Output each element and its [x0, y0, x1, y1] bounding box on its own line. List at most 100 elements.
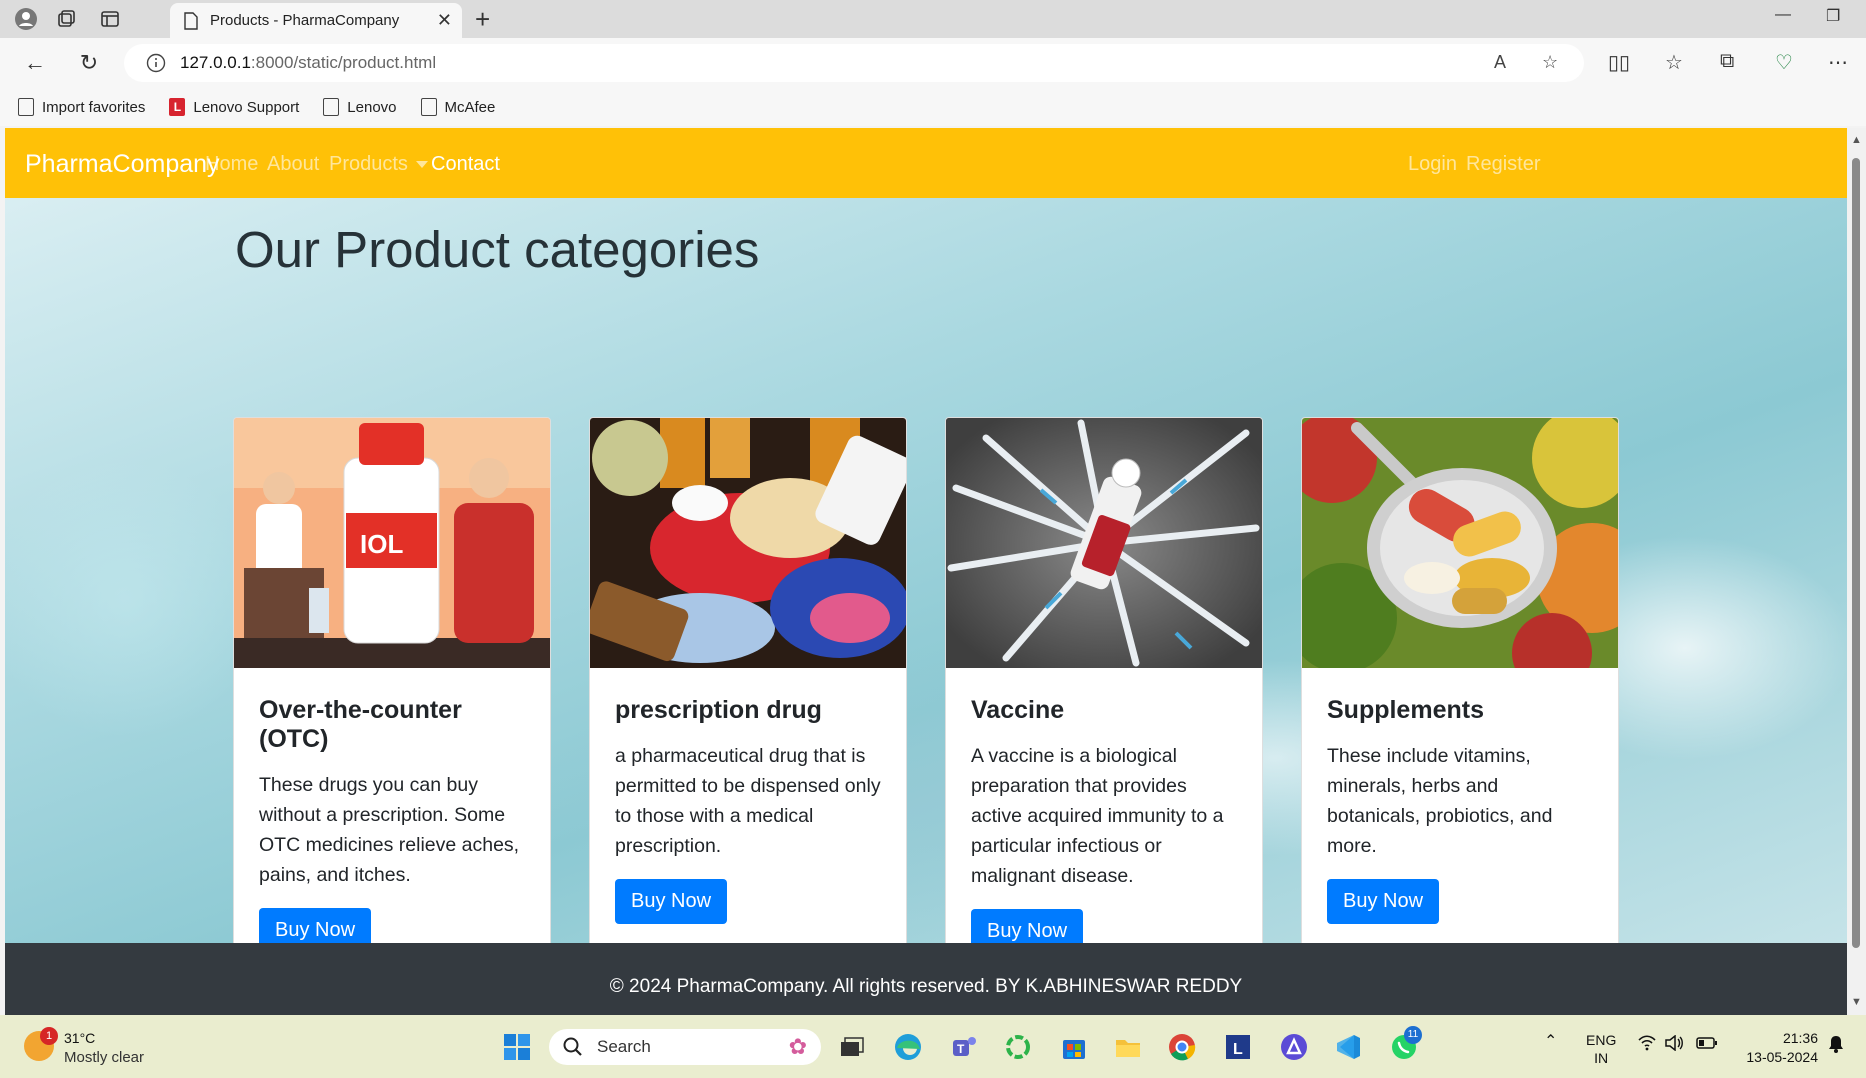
card-body: Vaccine A vaccine is a biological prepar…: [946, 668, 1262, 978]
lenovo-app-icon[interactable]: L: [1222, 1031, 1254, 1063]
profile-icon[interactable]: [12, 5, 40, 33]
sync-app-icon[interactable]: [1002, 1031, 1034, 1063]
clock-time: 21:36: [1782, 1030, 1818, 1046]
card-body: prescription drug a pharmaceutical drug …: [590, 668, 906, 948]
scroll-down-icon[interactable]: ▼: [1851, 996, 1862, 1008]
new-tab-icon[interactable]: +: [475, 4, 490, 35]
page-viewport: PharmaCompany Home About Products Contac…: [5, 128, 1847, 1015]
vertical-tabs-icon[interactable]: [96, 5, 124, 33]
nav-products[interactable]: Products: [329, 153, 428, 176]
nav-register[interactable]: Register: [1466, 153, 1540, 176]
card-text: a pharmaceutical drug that is permitted …: [615, 745, 881, 857]
nav-login[interactable]: Login: [1408, 153, 1457, 176]
svg-text:IOL: IOL: [360, 529, 403, 559]
start-icon[interactable]: [501, 1031, 533, 1063]
more-options-icon[interactable]: ⋯: [1828, 50, 1848, 75]
product-card-otc: IOL Over-the-counter (OTC) These drugs y…: [233, 417, 551, 981]
close-tab-icon[interactable]: ✕: [437, 10, 452, 31]
svg-text:L: L: [1233, 1041, 1243, 1058]
restore-icon[interactable]: ❐: [1826, 6, 1840, 26]
scroll-up-icon[interactable]: ▲: [1851, 134, 1862, 146]
browser-essentials-icon[interactable]: ♡: [1775, 50, 1793, 75]
system-clock[interactable]: 21:36 13-05-2024: [1738, 1029, 1818, 1067]
favorites-icon[interactable]: ☆: [1665, 50, 1683, 75]
vaccine-image: [946, 418, 1262, 668]
fav-label: Import favorites: [42, 98, 146, 116]
address-bar[interactable]: 127.0.0.1:8000/static/product.html A ☆: [124, 44, 1584, 82]
site-footer: © 2024 PharmaCompany. All rights reserve…: [5, 943, 1847, 1015]
lotus-icon: ✿: [788, 1034, 807, 1059]
workspaces-icon[interactable]: [52, 5, 80, 33]
dropdown-caret-icon: [415, 161, 428, 169]
fav-import-favorites[interactable]: Import favorites: [18, 98, 145, 116]
card-text: A vaccine is a biological preparation th…: [971, 745, 1224, 887]
card-title: Over-the-counter (OTC): [259, 696, 462, 753]
clock-date: 13-05-2024: [1746, 1049, 1818, 1065]
back-icon[interactable]: ←: [20, 48, 50, 78]
site-navbar: PharmaCompany Home About Products Contac…: [5, 128, 1847, 198]
card-text: These drugs you can buy without a prescr…: [259, 774, 520, 886]
lenovo-l-icon: L: [169, 98, 186, 116]
import-icon: [18, 98, 34, 116]
read-aloud-icon[interactable]: A: [1494, 52, 1506, 73]
taskbar-search[interactable]: Search ✿: [549, 1029, 821, 1065]
weather-temp[interactable]: 31°C: [64, 1030, 95, 1046]
page-icon: [323, 98, 340, 116]
active-tab[interactable]: Products - PharmaCompany ✕: [170, 3, 462, 38]
volume-icon[interactable]: [1664, 1034, 1684, 1054]
card-body: Over-the-counter (OTC) These drugs you c…: [234, 668, 550, 977]
wifi-icon[interactable]: [1638, 1035, 1656, 1054]
fav-mcafee[interactable]: McAfee: [420, 98, 495, 116]
teams-icon[interactable]: T: [948, 1031, 980, 1063]
region-label: IN: [1594, 1050, 1609, 1066]
whatsapp-badge: 11: [1404, 1026, 1422, 1044]
brand-link[interactable]: PharmaCompany: [25, 150, 220, 179]
nav-about[interactable]: About: [267, 153, 319, 176]
language-indicator[interactable]: ENG IN: [1586, 1031, 1616, 1067]
favorite-star-icon[interactable]: ☆: [1542, 52, 1558, 73]
triangle-app-icon[interactable]: [1278, 1031, 1310, 1063]
page-scrollbar[interactable]: ▲ ▼: [1847, 128, 1866, 1015]
file-explorer-icon[interactable]: [1112, 1031, 1144, 1063]
nav-products-label: Products: [329, 153, 408, 175]
notifications-icon[interactable]: [1828, 1035, 1844, 1056]
search-icon: [563, 1037, 582, 1056]
chrome-icon[interactable]: [1166, 1031, 1198, 1063]
product-card-prescription: prescription drug a pharmaceutical drug …: [589, 417, 907, 981]
fav-lenovo-support[interactable]: L Lenovo Support: [169, 98, 299, 116]
split-screen-icon[interactable]: ▯▯: [1608, 50, 1630, 75]
minimize-icon[interactable]: —: [1775, 6, 1791, 24]
card-title: prescription drug: [615, 696, 822, 724]
scroll-thumb[interactable]: [1852, 158, 1860, 948]
otc-image: IOL: [234, 418, 550, 668]
page-icon: [184, 11, 198, 30]
vscode-icon[interactable]: [1332, 1031, 1364, 1063]
store-icon[interactable]: [1058, 1031, 1090, 1063]
battery-icon[interactable]: [1696, 1036, 1718, 1053]
card-title: Vaccine: [971, 696, 1065, 724]
footer-copyright: © 2024 PharmaCompany. All rights reserve…: [609, 976, 1243, 997]
tray-chevron-icon[interactable]: ⌃: [1544, 1031, 1557, 1051]
weather-badge: 1: [40, 1027, 58, 1045]
buy-now-button[interactable]: Buy Now: [1327, 879, 1440, 924]
task-view-icon[interactable]: [836, 1031, 868, 1063]
info-icon[interactable]: [146, 53, 166, 73]
fav-lenovo[interactable]: Lenovo: [323, 98, 397, 116]
svg-text:T: T: [957, 1042, 965, 1056]
edge-icon[interactable]: [892, 1031, 924, 1063]
address-toolbar: ← ↻ 127.0.0.1:8000/static/product.html A…: [0, 38, 1866, 88]
windows-taskbar: 1 31°C Mostly clear Search ✿ T L 11 ⌃ EN…: [0, 1015, 1866, 1078]
fav-label: Lenovo: [347, 98, 397, 116]
nav-home[interactable]: Home: [205, 153, 258, 176]
card-body: Supplements These include vitamins, mine…: [1302, 668, 1618, 948]
weather-desc[interactable]: Mostly clear: [64, 1049, 144, 1066]
search-label: Search: [597, 1037, 651, 1056]
refresh-icon[interactable]: ↻: [74, 48, 104, 78]
page-title: Our Product categories: [235, 221, 760, 278]
nav-contact[interactable]: Contact: [431, 153, 500, 176]
url-host: 127.0.0.1: [180, 53, 251, 72]
favorites-bar: Import favorites L Lenovo Support Lenovo …: [0, 88, 1866, 126]
buy-now-button[interactable]: Buy Now: [615, 879, 728, 924]
collections-icon[interactable]: ⧉: [1720, 50, 1734, 73]
card-title: Supplements: [1327, 696, 1484, 724]
